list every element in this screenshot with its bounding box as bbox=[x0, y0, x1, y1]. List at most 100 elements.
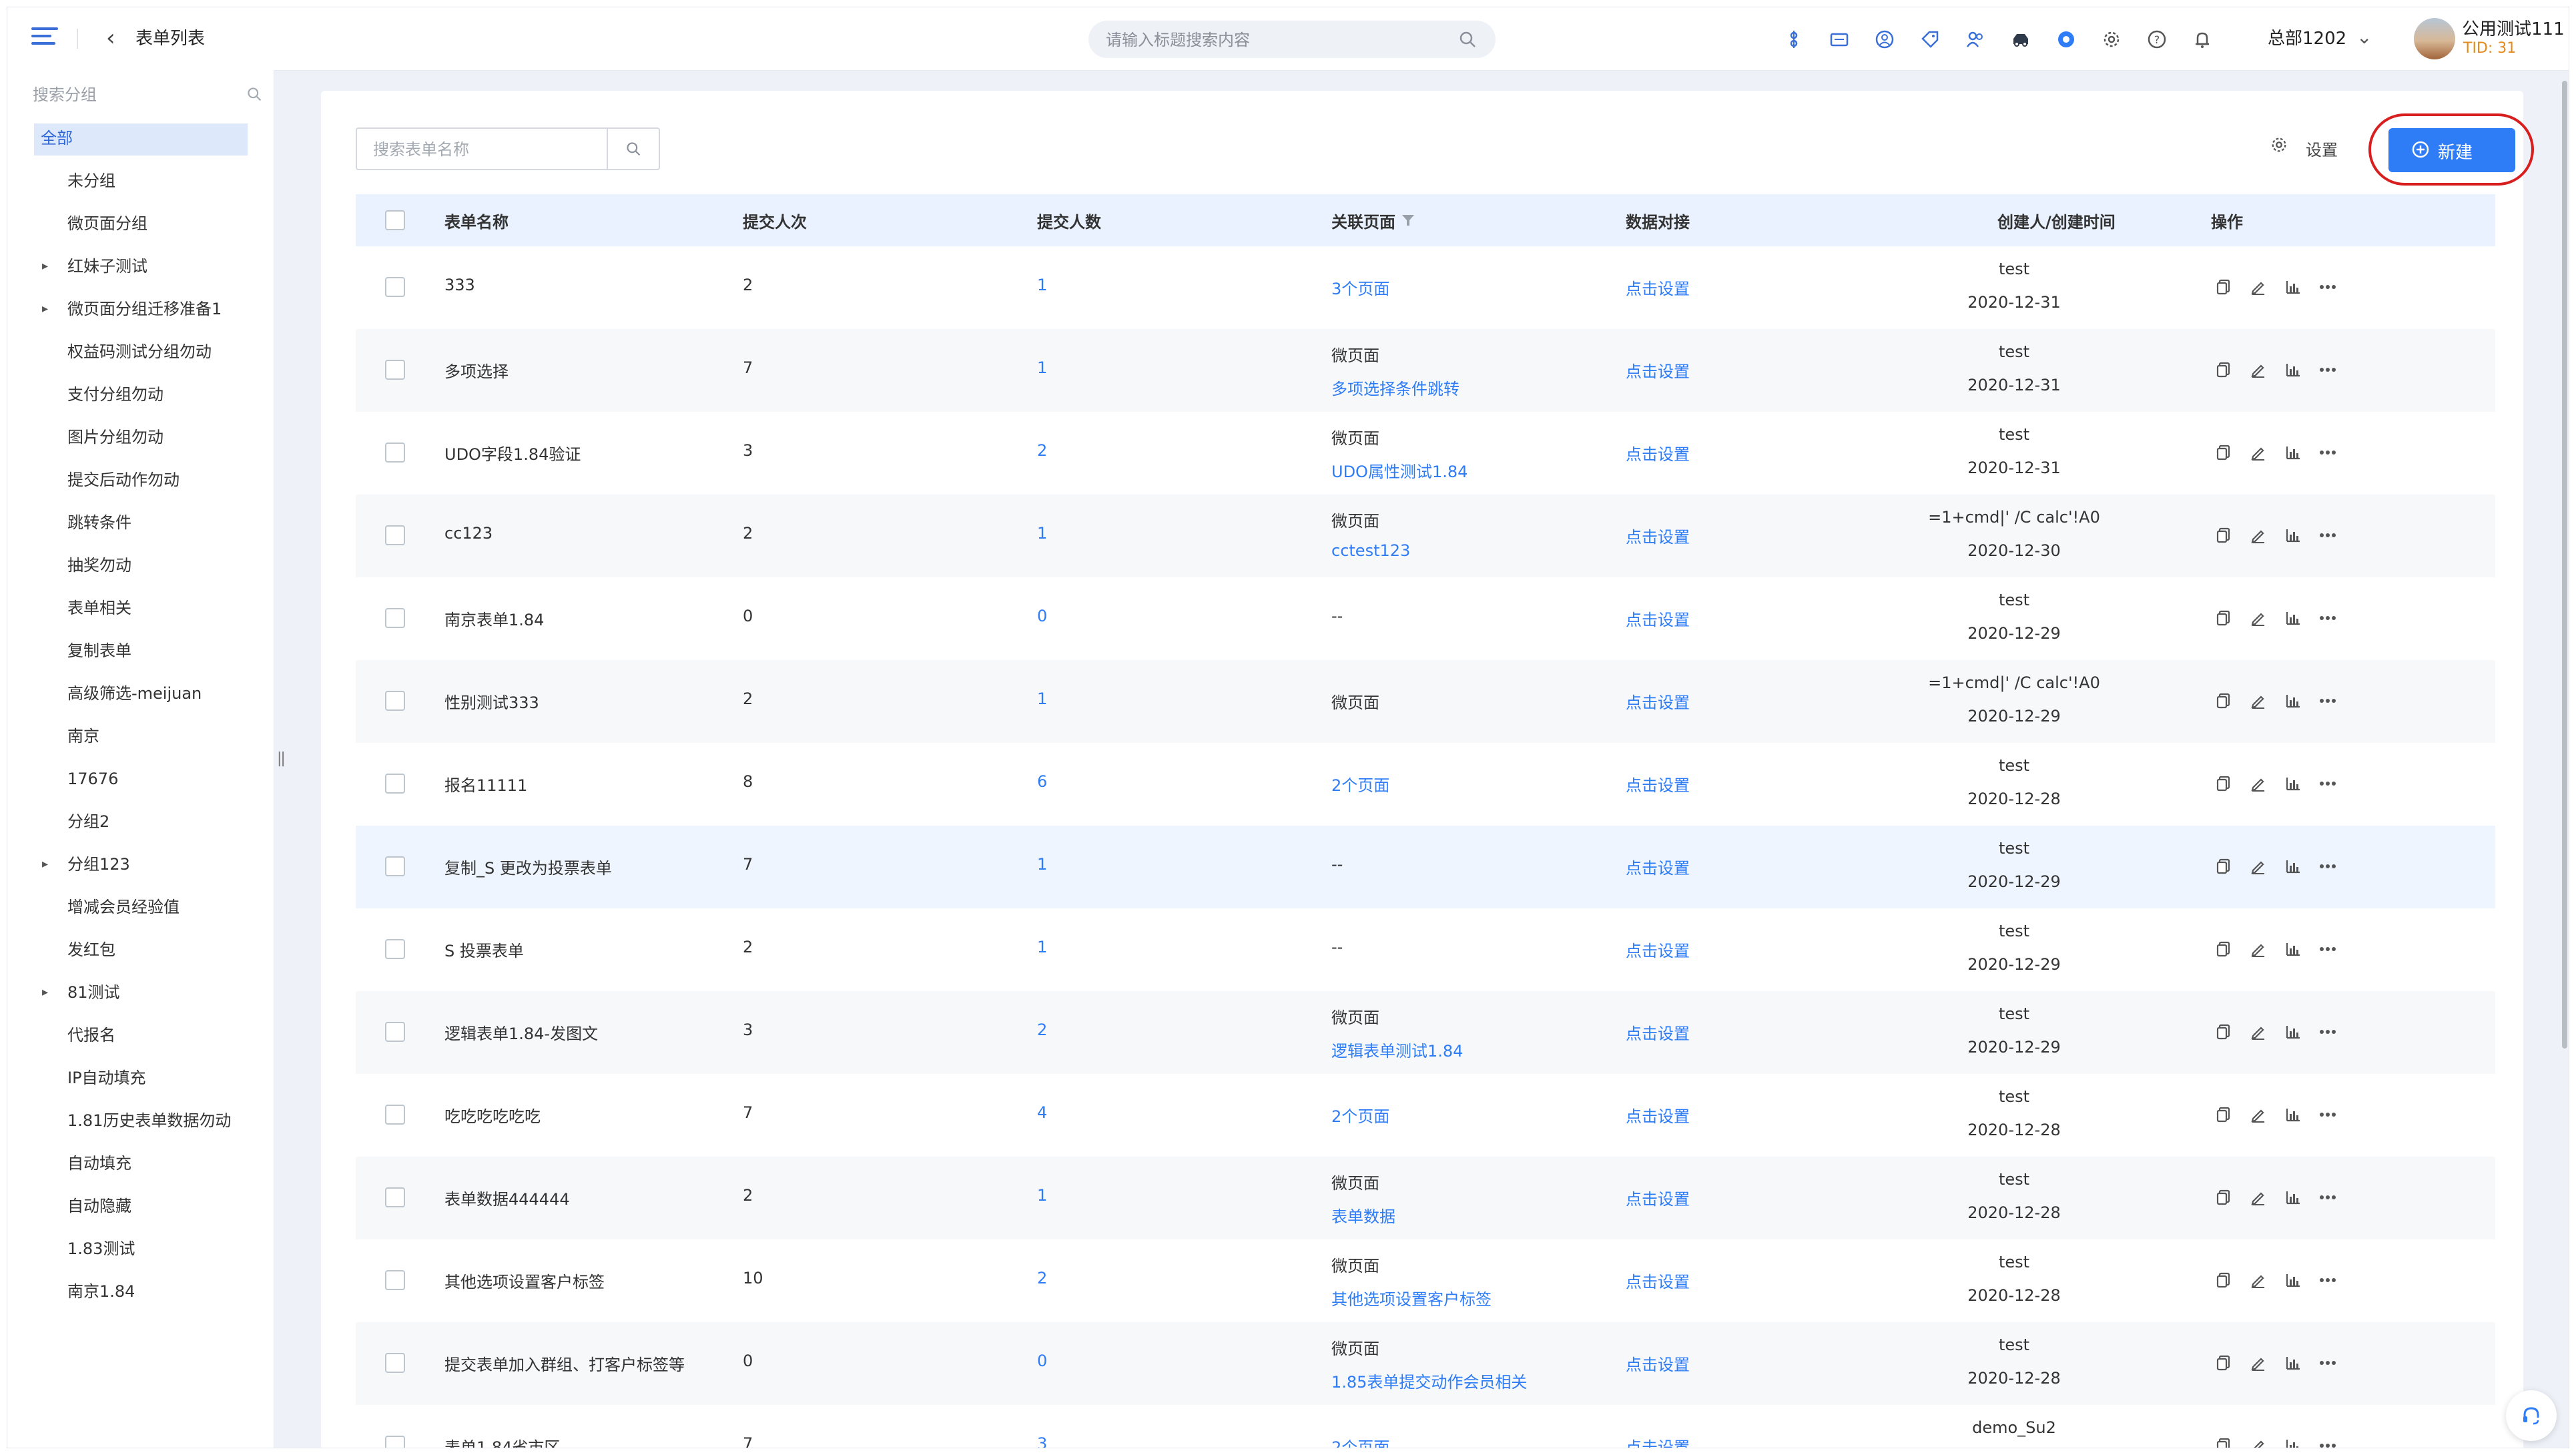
submitter-count-link[interactable]: 2 bbox=[1037, 441, 1047, 460]
data-connect-link[interactable]: 点击设置 bbox=[1626, 938, 1690, 961]
edit-icon[interactable] bbox=[2247, 689, 2270, 712]
sidebar-item[interactable]: 17676 bbox=[7, 762, 274, 804]
edit-icon[interactable] bbox=[2247, 1434, 2270, 1448]
sidebar-item[interactable]: 跳转条件 bbox=[7, 505, 274, 548]
sidebar-item[interactable]: 提交后动作勿动 bbox=[7, 463, 274, 505]
table-row[interactable]: 报名11111 8 6 2个页面 点击设置 test 2020-12-28 bbox=[356, 743, 2495, 826]
sidebar-item[interactable]: 南京1.84 bbox=[7, 1274, 274, 1317]
page-link[interactable]: 多项选择条件跳转 bbox=[1331, 376, 1460, 399]
edit-icon[interactable] bbox=[2247, 276, 2270, 298]
data-connect-link[interactable]: 点击设置 bbox=[1626, 358, 1690, 382]
sidebar-item[interactable]: 未分组 bbox=[7, 164, 274, 206]
data-connect-link[interactable]: 点击设置 bbox=[1626, 1021, 1690, 1044]
copy-icon[interactable] bbox=[2212, 441, 2235, 464]
more-icon[interactable] bbox=[2316, 441, 2339, 464]
chart-icon[interactable] bbox=[2282, 1434, 2304, 1448]
form-name[interactable]: 其他选项设置客户标签 bbox=[444, 1269, 605, 1292]
sidebar-item[interactable]: 全部 bbox=[7, 121, 274, 164]
chart-icon[interactable] bbox=[2282, 1021, 2304, 1043]
copy-icon[interactable] bbox=[2212, 938, 2235, 960]
sidebar-item[interactable]: 支付分组勿动 bbox=[7, 377, 274, 420]
sidebar-item[interactable]: ▸ 红妹子测试 bbox=[7, 249, 274, 292]
page-link[interactable]: UDO属性测试1.84 bbox=[1331, 459, 1468, 482]
data-connect-link[interactable]: 点击设置 bbox=[1626, 772, 1690, 796]
users-icon[interactable] bbox=[1961, 25, 1990, 54]
row-checkbox[interactable] bbox=[385, 1436, 405, 1448]
sidebar-item[interactable]: 代报名 bbox=[7, 1018, 274, 1061]
copy-icon[interactable] bbox=[2212, 1103, 2235, 1126]
submitter-count-link[interactable]: 0 bbox=[1037, 1352, 1047, 1370]
edit-icon[interactable] bbox=[2247, 524, 2270, 547]
help-icon[interactable]: ? bbox=[2142, 25, 2172, 54]
form-name[interactable]: 333 bbox=[444, 276, 475, 294]
more-icon[interactable] bbox=[2316, 1021, 2339, 1043]
copy-icon[interactable] bbox=[2212, 524, 2235, 547]
copy-icon[interactable] bbox=[2212, 358, 2235, 381]
data-connect-link[interactable]: 点击设置 bbox=[1626, 855, 1690, 878]
submitter-count-link[interactable]: 1 bbox=[1037, 938, 1047, 956]
form-name[interactable]: 表单1.84省市区 bbox=[444, 1434, 560, 1448]
edit-icon[interactable] bbox=[2247, 1269, 2270, 1291]
form-name[interactable]: 南京表单1.84 bbox=[444, 607, 544, 630]
submitter-count-link[interactable]: 1 bbox=[1037, 276, 1047, 294]
sidebar-item[interactable]: 权益码测试分组勿动 bbox=[7, 334, 274, 377]
table-row[interactable]: 其他选项设置客户标签 10 2 微页面 其他选项设置客户标签 点击设置 test 2020-1… bbox=[356, 1239, 2495, 1322]
sidebar-item[interactable]: 复制表单 bbox=[7, 633, 274, 676]
data-connect-link[interactable]: 点击设置 bbox=[1626, 1103, 1690, 1127]
data-connect-link[interactable]: 点击设置 bbox=[1626, 1186, 1690, 1209]
row-checkbox[interactable] bbox=[385, 691, 405, 711]
sidebar-item[interactable]: 抽奖勿动 bbox=[7, 548, 274, 591]
more-icon[interactable] bbox=[2316, 358, 2339, 381]
more-icon[interactable] bbox=[2316, 1103, 2339, 1126]
row-checkbox[interactable] bbox=[385, 1187, 405, 1207]
form-name[interactable]: cc123 bbox=[444, 524, 493, 543]
table-row[interactable]: 性别测试333 2 1 微页面 点击设置 =1+cmd|' /C calc'!A0 2020… bbox=[356, 660, 2495, 743]
more-icon[interactable] bbox=[2316, 689, 2339, 712]
data-connect-link[interactable]: 点击设置 bbox=[1626, 1434, 1690, 1448]
bell-icon[interactable] bbox=[2188, 25, 2217, 54]
form-name[interactable]: 表单数据444444 bbox=[444, 1186, 570, 1209]
row-checkbox[interactable] bbox=[385, 525, 405, 545]
more-icon[interactable] bbox=[2316, 524, 2339, 547]
form-search-button[interactable] bbox=[607, 127, 660, 170]
chart-icon[interactable] bbox=[2282, 1103, 2304, 1126]
form-name[interactable]: 多项选择 bbox=[444, 358, 509, 382]
mail-icon[interactable] bbox=[1825, 25, 1854, 54]
data-connect-link[interactable]: 点击设置 bbox=[1626, 524, 1690, 547]
sidebar-item[interactable]: 发红包 bbox=[7, 932, 274, 975]
copy-icon[interactable] bbox=[2212, 1021, 2235, 1043]
table-row[interactable]: 表单数据444444 2 1 微页面 表单数据 点击设置 test 2020-12-28 bbox=[356, 1157, 2495, 1239]
page-link[interactable]: 表单数据 bbox=[1331, 1203, 1395, 1227]
expand-arrow-icon[interactable]: ▸ bbox=[42, 847, 48, 882]
page-link[interactable]: 其他选项设置客户标签 bbox=[1331, 1286, 1492, 1310]
copy-icon[interactable] bbox=[2212, 276, 2235, 298]
data-connect-link[interactable]: 点击设置 bbox=[1626, 607, 1690, 630]
data-connect-link[interactable]: 点击设置 bbox=[1626, 1269, 1690, 1292]
page-link[interactable]: 逻辑表单测试1.84 bbox=[1331, 1038, 1463, 1061]
sidebar-item[interactable]: ▸ 分组123 bbox=[7, 847, 274, 890]
back-arrow-icon[interactable]: ‹ bbox=[106, 25, 115, 51]
sidebar-item[interactable]: 南京 bbox=[7, 719, 274, 762]
row-checkbox[interactable] bbox=[385, 774, 405, 794]
chart-icon[interactable] bbox=[2282, 1352, 2304, 1374]
chart-icon[interactable] bbox=[2282, 441, 2304, 464]
table-row[interactable]: 多项选择 7 1 微页面 多项选择条件跳转 点击设置 test 2020-12-31 bbox=[356, 329, 2495, 412]
expand-arrow-icon[interactable]: ▸ bbox=[42, 292, 48, 326]
row-checkbox[interactable] bbox=[385, 939, 405, 959]
form-name[interactable]: 提交表单加入群组、打客户标签等 bbox=[444, 1352, 685, 1375]
tag-icon[interactable] bbox=[1915, 25, 1945, 54]
row-checkbox[interactable] bbox=[385, 1270, 405, 1290]
row-checkbox[interactable] bbox=[385, 856, 405, 876]
chart-icon[interactable] bbox=[2282, 358, 2304, 381]
page-link[interactable]: 2个页面 bbox=[1331, 1103, 1389, 1127]
data-connect-link[interactable]: 点击设置 bbox=[1626, 689, 1690, 713]
chart-icon[interactable] bbox=[2282, 938, 2304, 960]
group-search-input[interactable] bbox=[31, 78, 234, 111]
edit-icon[interactable] bbox=[2247, 358, 2270, 381]
form-search-input[interactable] bbox=[372, 129, 595, 170]
submitter-count-link[interactable]: 1 bbox=[1037, 689, 1047, 708]
more-icon[interactable] bbox=[2316, 938, 2339, 960]
table-row[interactable]: 表单1.84省市区 7 3 2个页面 点击设置 demo_Su2 bbox=[356, 1405, 2495, 1448]
table-row[interactable]: cc123 2 1 微页面 cctest123 点击设置 =1+cmd|' /C calc'… bbox=[356, 495, 2495, 577]
submitter-count-link[interactable]: 1 bbox=[1037, 358, 1047, 377]
